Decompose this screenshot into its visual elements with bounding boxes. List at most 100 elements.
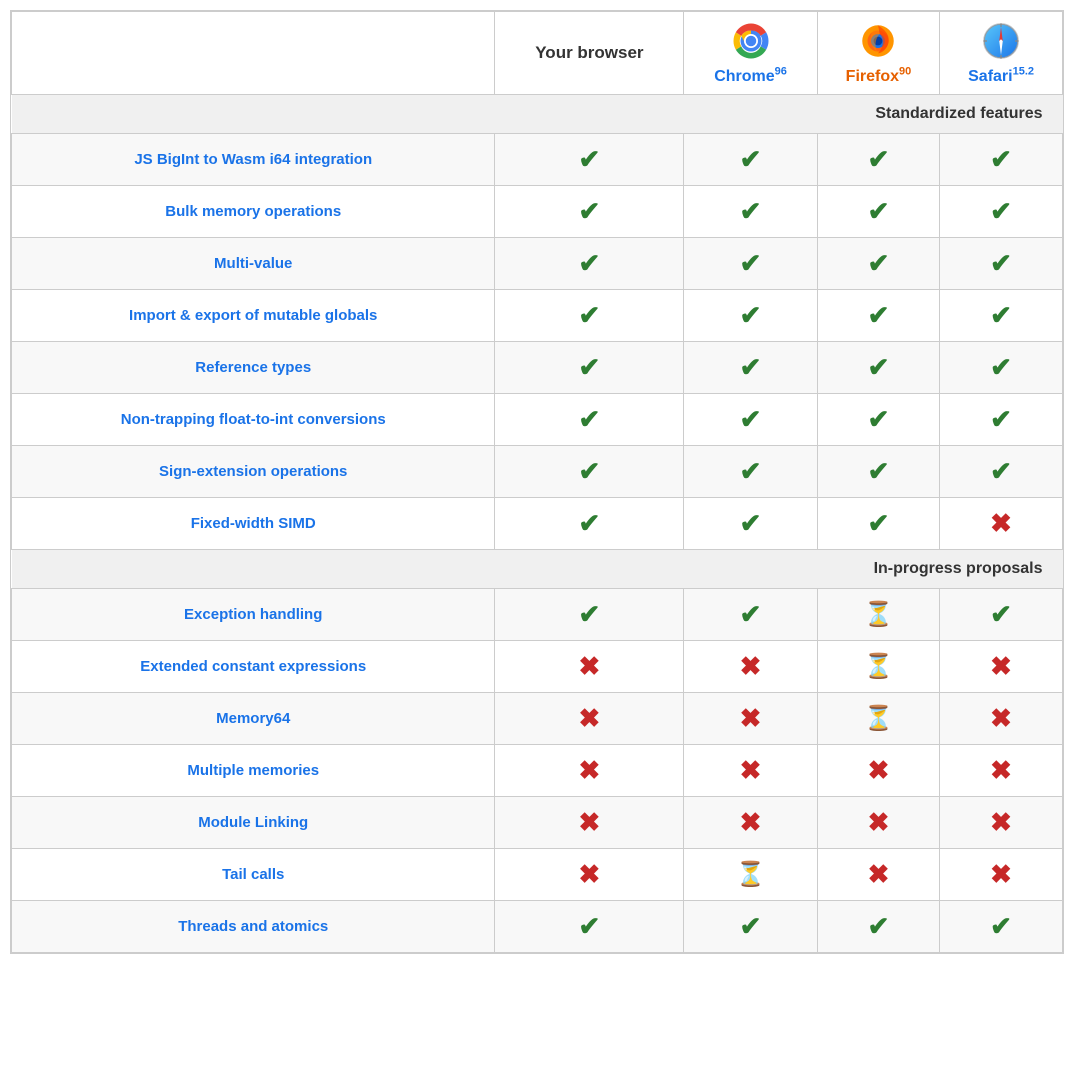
chrome-name: Chrome96	[714, 68, 787, 85]
cross-icon: ✖	[740, 703, 762, 733]
check-icon: ✔	[579, 599, 601, 629]
table-row: Multi-value ✔ ✔ ✔ ✔	[12, 238, 1063, 290]
feature-label: Bulk memory operations	[165, 203, 341, 220]
your-browser-cell: ✖	[495, 797, 684, 849]
your-browser-cell: ✔	[495, 342, 684, 394]
safari-icon	[980, 20, 1022, 62]
safari-cell: ✔	[940, 394, 1063, 446]
table-row: Bulk memory operations ✔ ✔ ✔ ✔	[12, 186, 1063, 238]
cross-icon: ✖	[990, 703, 1012, 733]
hourglass-icon: ⏳	[864, 705, 894, 732]
check-icon: ✔	[990, 248, 1012, 278]
feature-label-cell: Non-trapping float-to-int conversions	[12, 394, 495, 446]
firefox-cell: ✖	[817, 745, 939, 797]
your-browser-cell: ✔	[495, 589, 684, 641]
safari-cell: ✖	[940, 797, 1063, 849]
safari-cell: ✖	[940, 693, 1063, 745]
hourglass-icon: ⏳	[736, 861, 766, 888]
section-header-1: In-progress proposals	[12, 550, 1063, 589]
feature-label: JS BigInt to Wasm i64 integration	[134, 151, 372, 168]
safari-name: Safari15.2	[968, 68, 1034, 85]
check-icon: ✔	[868, 911, 890, 941]
check-icon: ✔	[990, 456, 1012, 486]
check-icon: ✔	[990, 404, 1012, 434]
safari-cell: ✔	[940, 901, 1063, 953]
check-icon: ✔	[868, 144, 890, 174]
feature-label: Sign-extension operations	[159, 463, 347, 480]
chrome-cell: ✔	[684, 342, 817, 394]
your-browser-cell: ✖	[495, 641, 684, 693]
table-row: Tail calls ✖ ⏳ ✖ ✖	[12, 849, 1063, 901]
firefox-cell: ⏳	[817, 589, 939, 641]
feature-label: Tail calls	[222, 866, 284, 883]
chrome-cell: ✔	[684, 901, 817, 953]
table-body: Standardized features JS BigInt to Wasm …	[12, 95, 1063, 953]
chrome-icon	[730, 20, 772, 62]
cross-icon: ✖	[579, 703, 601, 733]
feature-label-cell: Tail calls	[12, 849, 495, 901]
compatibility-table-container: Your browser	[10, 10, 1064, 954]
feature-label-cell: JS BigInt to Wasm i64 integration	[12, 134, 495, 186]
check-icon: ✔	[990, 196, 1012, 226]
safari-version: 15.2	[1013, 66, 1034, 78]
header-row: Your browser	[12, 12, 1063, 95]
feature-label-cell: Sign-extension operations	[12, 446, 495, 498]
feature-label: Memory64	[216, 710, 290, 727]
feature-label-cell: Fixed-width SIMD	[12, 498, 495, 550]
check-icon: ✔	[579, 144, 601, 174]
cross-icon: ✖	[740, 755, 762, 785]
check-icon: ✔	[990, 352, 1012, 382]
check-icon: ✔	[868, 248, 890, 278]
feature-label-cell: Bulk memory operations	[12, 186, 495, 238]
chrome-cell: ✔	[684, 186, 817, 238]
cross-icon: ✖	[579, 807, 601, 837]
section-header-0: Standardized features	[12, 95, 1063, 134]
cross-icon: ✖	[868, 755, 890, 785]
your-browser-cell: ✔	[495, 446, 684, 498]
firefox-cell: ✔	[817, 134, 939, 186]
safari-cell: ✔	[940, 186, 1063, 238]
firefox-name: Firefox90	[846, 68, 912, 85]
check-icon: ✔	[579, 196, 601, 226]
table-row: Extended constant expressions ✖ ✖ ⏳ ✖	[12, 641, 1063, 693]
check-icon: ✔	[740, 352, 762, 382]
feature-label: Multiple memories	[187, 762, 319, 779]
firefox-cell: ✔	[817, 290, 939, 342]
check-icon: ✔	[868, 196, 890, 226]
firefox-cell: ✖	[817, 849, 939, 901]
feature-label: Fixed-width SIMD	[191, 515, 316, 532]
firefox-cell: ✔	[817, 238, 939, 290]
safari-cell: ✔	[940, 238, 1063, 290]
chrome-header: Chrome96	[684, 12, 817, 95]
chrome-cell: ✖	[684, 641, 817, 693]
table-row: Import & export of mutable globals ✔ ✔ ✔…	[12, 290, 1063, 342]
hourglass-icon: ⏳	[864, 601, 894, 628]
safari-cell: ✖	[940, 745, 1063, 797]
your-browser-cell: ✔	[495, 186, 684, 238]
check-icon: ✔	[579, 300, 601, 330]
table-row: Fixed-width SIMD ✔ ✔ ✔ ✖	[12, 498, 1063, 550]
firefox-cell: ✔	[817, 498, 939, 550]
table-row: Reference types ✔ ✔ ✔ ✔	[12, 342, 1063, 394]
your-browser-label: Your browser	[535, 43, 643, 62]
feature-label: Reference types	[195, 359, 311, 376]
your-browser-cell: ✔	[495, 498, 684, 550]
firefox-cell: ✔	[817, 901, 939, 953]
firefox-version: 90	[899, 66, 911, 78]
feature-label-cell: Multi-value	[12, 238, 495, 290]
check-icon: ✔	[740, 456, 762, 486]
feature-label: Module Linking	[198, 814, 308, 831]
firefox-icon	[857, 20, 899, 62]
safari-cell: ✖	[940, 849, 1063, 901]
chrome-version: 96	[775, 66, 787, 78]
safari-cell: ✔	[940, 290, 1063, 342]
cross-icon: ✖	[868, 807, 890, 837]
cross-icon: ✖	[990, 859, 1012, 889]
check-icon: ✔	[740, 196, 762, 226]
firefox-cell: ⏳	[817, 693, 939, 745]
check-icon: ✔	[990, 144, 1012, 174]
safari-cell: ✔	[940, 134, 1063, 186]
table-row: Sign-extension operations ✔ ✔ ✔ ✔	[12, 446, 1063, 498]
firefox-cell: ✔	[817, 342, 939, 394]
chrome-cell: ✔	[684, 134, 817, 186]
